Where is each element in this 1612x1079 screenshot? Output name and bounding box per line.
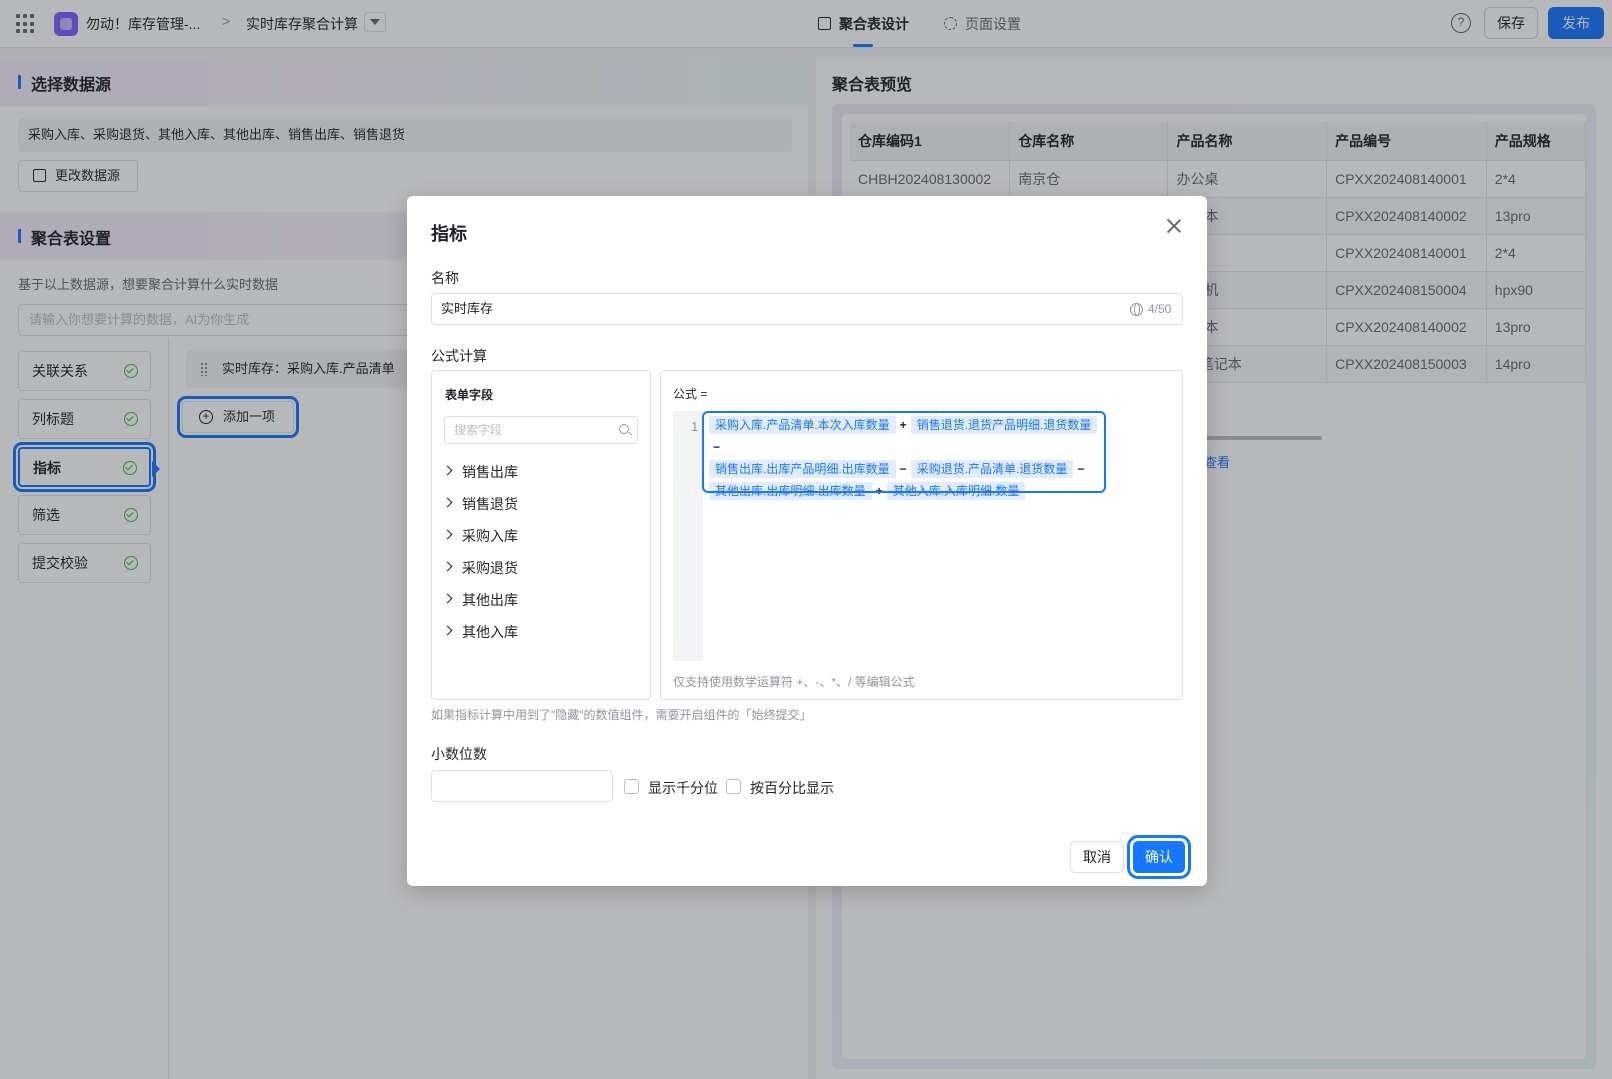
- field-search-placeholder: 搜索字段: [454, 423, 503, 437]
- checkbox-icon: [726, 779, 741, 794]
- formula-title: 公式 =: [673, 387, 708, 401]
- cancel-button[interactable]: 取消: [1070, 841, 1124, 873]
- line-number: 1: [691, 419, 699, 434]
- fields-title: 表单字段: [445, 388, 494, 402]
- field-group-other-out[interactable]: 其他出库: [442, 590, 518, 610]
- field-group-label: 采购退货: [462, 560, 518, 576]
- formula-editor-panel: 公式 = 1 采购入库.产品清单.本次入库数量 + 销售退货.退货产品明细.退货数量…: [660, 370, 1183, 700]
- name-label: 名称: [431, 270, 459, 286]
- line-gutter: 1: [673, 411, 703, 661]
- field-group-purchase-in[interactable]: 采购入库: [442, 526, 518, 546]
- decimal-places-input[interactable]: [431, 770, 613, 802]
- checkbox-icon: [624, 779, 639, 794]
- field-group-label: 销售退货: [462, 496, 518, 512]
- close-icon[interactable]: [1166, 218, 1182, 234]
- formula-section-label: 公式计算: [431, 348, 487, 364]
- field-search-input[interactable]: 搜索字段: [444, 416, 638, 444]
- chevron-right-icon: [442, 465, 453, 476]
- dialog-title: 指标: [431, 224, 467, 244]
- chevron-right-icon: [442, 593, 453, 604]
- search-icon: [619, 424, 629, 434]
- confirm-button[interactable]: 确认: [1127, 835, 1191, 879]
- chevron-right-icon: [442, 497, 453, 508]
- field-group-purchase-return[interactable]: 采购退货: [442, 558, 518, 578]
- field-group-label: 其他出库: [462, 592, 518, 608]
- name-input[interactable]: 实时库存 4/50: [431, 293, 1183, 325]
- char-counter: 4/50: [1148, 302, 1172, 316]
- formula-note: 如果指标计算中用到了"隐藏"的数值组件，需要开启组件的「始终提交」: [431, 708, 812, 722]
- metric-dialog: 指标 名称 实时库存 4/50 公式计算 表单字段 搜索字段 销售出库 销售退货…: [407, 196, 1207, 886]
- globe-icon[interactable]: [1130, 303, 1143, 316]
- field-group-label: 销售出库: [462, 464, 518, 480]
- formula-hint: 仅支持使用数学运算符 +、-、*、/ 等编辑公式: [673, 675, 915, 689]
- decimal-label: 小数位数: [431, 746, 487, 762]
- formula-highlight: [702, 411, 1106, 493]
- checkbox-label: 显示千分位: [648, 780, 718, 796]
- percent-display-checkbox[interactable]: 按百分比显示: [726, 778, 834, 798]
- thousands-separator-checkbox[interactable]: 显示千分位: [624, 778, 718, 798]
- field-group-sales-out[interactable]: 销售出库: [442, 462, 518, 482]
- field-group-label: 采购入库: [462, 528, 518, 544]
- field-group-label: 其他入库: [462, 624, 518, 640]
- field-group-sales-return[interactable]: 销售退货: [442, 494, 518, 514]
- name-input-value: 实时库存: [441, 301, 494, 316]
- form-fields-panel: 表单字段 搜索字段 销售出库 销售退货 采购入库 采购退货 其他出库 其他入库: [431, 370, 651, 700]
- field-group-other-in[interactable]: 其他入库: [442, 622, 518, 642]
- chevron-right-icon: [442, 529, 453, 540]
- chevron-right-icon: [442, 625, 453, 636]
- checkbox-label: 按百分比显示: [750, 780, 834, 796]
- chevron-right-icon: [442, 561, 453, 572]
